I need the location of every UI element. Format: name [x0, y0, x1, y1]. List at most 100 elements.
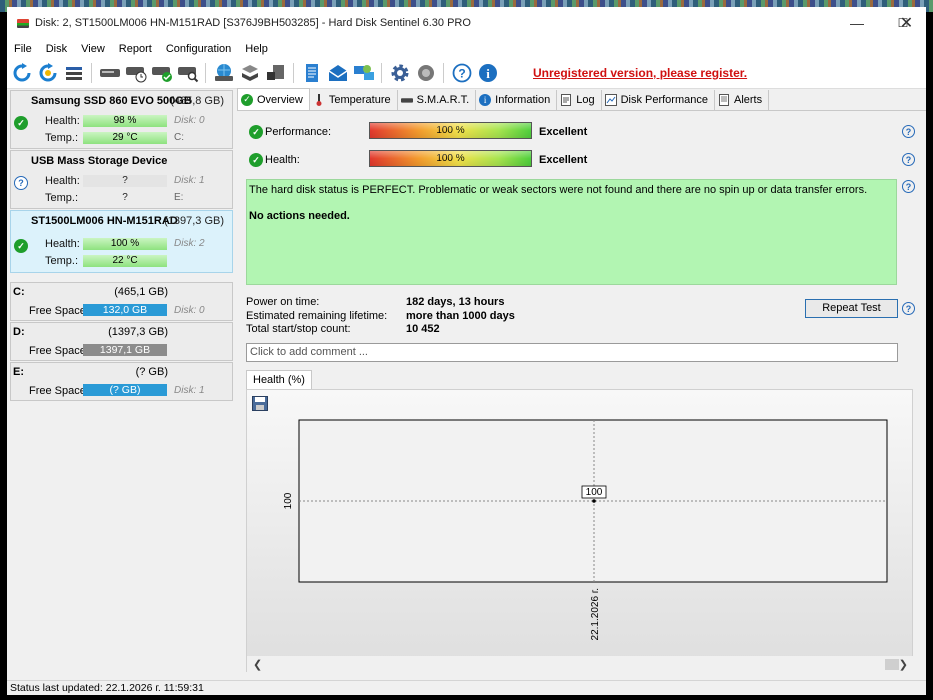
- y-tick-label: 100: [283, 492, 294, 509]
- volume-disk: Disk: 1: [174, 385, 205, 396]
- menu-file[interactable]: File: [7, 43, 39, 55]
- horizontal-scrollbar[interactable]: ❮ ❯: [247, 656, 914, 673]
- volume-size: (1397,3 GB): [108, 326, 168, 338]
- report-icon[interactable]: [301, 62, 323, 84]
- free-space-bar: 132,0 GB: [83, 304, 167, 316]
- performance-label: Performance:: [265, 126, 332, 138]
- refresh-icon[interactable]: [11, 62, 33, 84]
- menu-help[interactable]: Help: [238, 43, 275, 55]
- disk-icon[interactable]: [99, 62, 121, 84]
- health-rating: Excellent: [539, 154, 588, 166]
- tab-information[interactable]: i Information: [476, 90, 558, 110]
- help-icon[interactable]: ?: [902, 302, 915, 315]
- scroll-thumb[interactable]: [885, 659, 899, 670]
- tab-log[interactable]: Log: [557, 90, 602, 110]
- toolbar-separator: [91, 63, 92, 83]
- help-icon[interactable]: ?: [902, 153, 915, 166]
- volume-card-e[interactable]: E: (? GB) Free Space (? GB) Disk: 1: [10, 362, 233, 401]
- tab-overview[interactable]: ✓ Overview: [237, 88, 310, 110]
- speaker-icon[interactable]: [415, 62, 437, 84]
- disk-clock-icon[interactable]: [125, 62, 147, 84]
- details-panel: ✓ Overview Temperature S.M.A.R.T. i Info…: [237, 88, 926, 680]
- health-bar: 100 %: [369, 150, 532, 167]
- disk-name: ST1500LM006 HN-M151RAD: [31, 215, 178, 227]
- scroll-right-icon[interactable]: ❯: [899, 658, 908, 671]
- disk-check-icon[interactable]: [151, 62, 173, 84]
- temp-label: Temp.:: [45, 132, 79, 144]
- free-space-bar: (? GB): [83, 384, 167, 396]
- health-chart-area: 100 100 22.1.2026 г. ❮ ❯: [246, 389, 914, 673]
- menu-configuration[interactable]: Configuration: [159, 43, 238, 55]
- free-space-label: Free Space: [29, 305, 86, 317]
- globe-disk-icon[interactable]: [213, 62, 235, 84]
- tab-label: Information: [495, 94, 551, 106]
- register-link[interactable]: Unregistered version, please register.: [533, 66, 747, 80]
- disk-card-samsung[interactable]: Samsung SSD 860 EVO 500GB (465,8 GB) ✓ H…: [10, 90, 233, 149]
- health-label: Health:: [265, 154, 300, 166]
- tab-disk-performance[interactable]: Disk Performance: [602, 90, 715, 110]
- disk-index: Disk: 1: [174, 175, 205, 186]
- info-icon[interactable]: i: [477, 62, 499, 84]
- action-text: No actions needed.: [249, 210, 350, 222]
- disk-icon: [400, 94, 413, 106]
- health-label: Health:: [45, 175, 80, 187]
- free-space-label: Free Space: [29, 345, 86, 357]
- disk-search-icon[interactable]: [177, 62, 199, 84]
- question-icon: ?: [14, 176, 28, 190]
- volume-card-c[interactable]: C: (465,1 GB) Free Space 132,0 GB Disk: …: [10, 282, 233, 321]
- menu-view[interactable]: View: [74, 43, 112, 55]
- tab-label: S.M.A.R.T.: [416, 94, 470, 106]
- disk-export-icon[interactable]: [265, 62, 287, 84]
- tab-smart[interactable]: S.M.A.R.T.: [398, 90, 477, 110]
- disk-card-usb[interactable]: USB Mass Storage Device ? Health: ? Disk…: [10, 150, 233, 209]
- list-icon[interactable]: [63, 62, 85, 84]
- close-button[interactable]: ✕: [887, 7, 926, 39]
- tab-strip: ✓ Overview Temperature S.M.A.R.T. i Info…: [237, 88, 770, 110]
- minimize-button[interactable]: —: [834, 7, 880, 39]
- refresh-all-icon[interactable]: [37, 62, 59, 84]
- health-label: Health:: [45, 115, 80, 127]
- drive-letter: C:: [174, 132, 184, 143]
- drive-letter: E:: [174, 192, 184, 203]
- overview-pane: ✓ Performance: 100 % Excellent ? ✓ Healt…: [237, 110, 926, 680]
- check-icon: ✓: [241, 93, 253, 106]
- menu-report[interactable]: Report: [112, 43, 159, 55]
- mail-icon[interactable]: [327, 62, 349, 84]
- repeat-test-button[interactable]: Repeat Test: [805, 299, 898, 318]
- app-logo-icon: [17, 18, 29, 28]
- check-icon: ✓: [14, 116, 28, 130]
- document-icon: [560, 94, 572, 106]
- tab-temperature[interactable]: Temperature: [310, 90, 398, 110]
- power-on-label: Power on time:: [246, 296, 320, 308]
- window-title: Disk: 2, ST1500LM006 HN-M151RAD [S376J9B…: [35, 17, 471, 29]
- disk-size: (465,8 GB): [170, 95, 224, 107]
- scroll-left-icon[interactable]: ❮: [253, 658, 262, 671]
- disk-card-st1500[interactable]: ST1500LM006 HN-M151RAD (1397,3 GB) ✓ Hea…: [10, 210, 233, 273]
- volume-card-d[interactable]: D: (1397,3 GB) Free Space 1397,1 GB: [10, 322, 233, 361]
- temp-bar: ?: [122, 192, 128, 203]
- network-icon[interactable]: [353, 62, 375, 84]
- menu-bar: File Disk View Report Configuration Help: [7, 39, 926, 58]
- disk-stack-icon[interactable]: [239, 62, 261, 84]
- temp-label: Temp.:: [45, 255, 79, 267]
- temp-bar: 22 °C: [83, 255, 167, 267]
- check-icon: ✓: [14, 239, 28, 253]
- toolbar-separator: [443, 63, 444, 83]
- toolbar-separator: [293, 63, 294, 83]
- gear-icon[interactable]: [389, 62, 411, 84]
- tab-label: Disk Performance: [620, 94, 708, 106]
- help-icon[interactable]: ?: [902, 125, 915, 138]
- health-bar: 98 %: [83, 115, 167, 127]
- volume-letter: C:: [13, 286, 25, 298]
- help-icon[interactable]: ?: [902, 180, 915, 193]
- help-icon[interactable]: ?: [451, 62, 473, 84]
- menu-disk[interactable]: Disk: [39, 43, 74, 55]
- svg-text:?: ?: [458, 67, 465, 81]
- tab-alerts[interactable]: Alerts: [715, 90, 770, 110]
- disk-name: USB Mass Storage Device: [31, 155, 168, 167]
- startstop-label: Total start/stop count:: [246, 323, 351, 335]
- comment-field[interactable]: Click to add comment ...: [246, 343, 898, 362]
- volume-letter: D:: [13, 326, 25, 338]
- toolbar-separator: [205, 63, 206, 83]
- tab-health-chart[interactable]: Health (%): [246, 370, 312, 389]
